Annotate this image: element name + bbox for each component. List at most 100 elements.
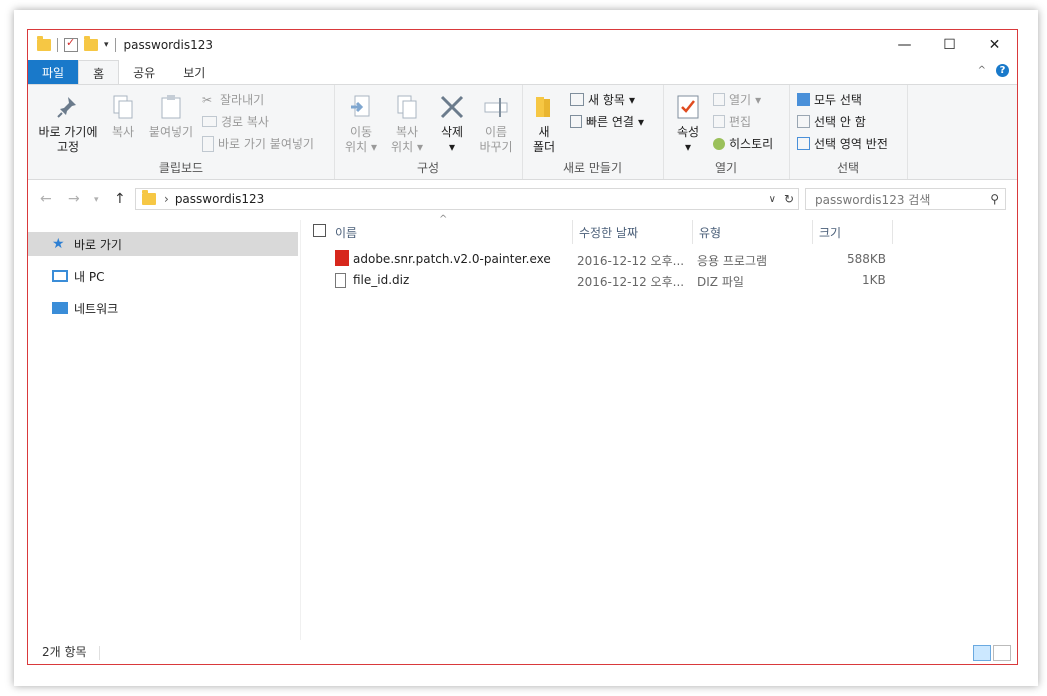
edit-icon [713,115,725,128]
pc-icon [52,270,68,282]
forward-arrow-icon[interactable]: → [68,191,80,207]
folder-icon [37,36,51,51]
nav-item-network[interactable]: 네트워크 [28,296,298,320]
large-icons-view-icon[interactable] [993,645,1011,661]
new-folder-button[interactable]: 새 폴더 [528,93,560,155]
navigation-pane: ★ 바로 가기 내 PC 네트워크 [28,220,301,640]
tab-file[interactable]: 파일 [28,60,79,84]
search-input[interactable]: passwordis123 검색 [815,191,930,208]
maximize-button[interactable]: ☐ [927,30,972,60]
copy-button[interactable]: 복사 [106,93,140,140]
select-all-icon [797,93,810,106]
divider [99,646,100,660]
refresh-icon[interactable]: ↻ [784,192,794,206]
new-item-button[interactable]: 새 항목 ▾ [570,91,635,108]
tab-share[interactable]: 공유 [119,60,169,84]
new-folder-icon[interactable] [84,36,98,51]
address-path[interactable]: passwordis123 [175,192,264,206]
new-folder-icon [530,93,558,121]
status-item-count: 2개 항목 [42,645,87,659]
address-bar[interactable]: › passwordis123 ∨ ↻ [135,188,799,210]
copy-path-button[interactable]: 경로 복사 [202,113,269,130]
nav-item-this-pc[interactable]: 내 PC [28,264,298,288]
back-arrow-icon[interactable]: ← [40,191,52,207]
file-size: 588KB [847,252,887,266]
network-icon [52,302,68,314]
column-size[interactable]: 크기 [813,220,893,244]
address-dropdown-icon[interactable]: ∨ [769,194,776,205]
group-clipboard: 바로 가기에 고정 복사 붙여넣기 ✂ 잘라내기 경로 복사 바로 가기 붙여넣… [28,85,335,179]
delete-icon [438,93,466,121]
column-type[interactable]: 유형 [693,220,813,244]
move-to-icon [347,93,375,121]
copy-label: 복사 [111,125,135,139]
pin-label-1: 바로 가기에 [38,125,98,139]
column-name[interactable]: 이름 [329,220,573,244]
group-new: 새 폴더 새 항목 ▾ 빠른 연결 ▾ 새로 만들기 [522,85,664,179]
rename-button[interactable]: 이름 바꾸기 [474,93,518,155]
properties-icon [674,93,702,121]
document-icon [335,273,346,288]
group-label-new: 새로 만들기 [562,161,622,175]
paste-shortcut-button[interactable]: 바로 가기 붙여넣기 [202,135,314,152]
pin-icon [54,93,82,121]
group-label-open: 열기 [714,161,738,175]
file-type: DIZ 파일 [697,275,744,289]
search-box[interactable]: passwordis123 검색 ⚲ [805,188,1006,210]
details-view-icon[interactable] [973,645,991,661]
paste-label: 붙여넣기 [148,125,194,139]
copy-to-button[interactable]: 복사 위치 ▾ [386,93,428,155]
customize-toolbar-icon[interactable]: ▾ [104,40,109,50]
navigation-row: ← → ▾ ↑ › passwordis123 ∨ ↻ passwordis12… [28,188,1017,212]
properties-button[interactable]: 속성 ▾ [671,93,705,155]
title-bar: ▾ passwordis123 — ☐ ✕ [28,30,1017,60]
copy-path-icon [202,116,217,127]
select-none-button[interactable]: 선택 안 함 [797,113,866,130]
history-button[interactable]: 히스토리 [713,135,773,152]
file-name: file_id.diz [353,273,410,287]
select-none-icon [797,115,810,128]
invert-selection-button[interactable]: 선택 영역 반전 [797,135,888,152]
nav-item-quick-access[interactable]: ★ 바로 가기 [28,232,298,256]
file-size: 1KB [862,273,886,287]
divider [57,38,58,52]
edit-button[interactable]: 편집 [713,113,751,130]
properties-icon[interactable] [64,36,78,52]
file-list: ^ 이름 수정한 날짜 유형 크기 adobe.snr.patch.v2.0-p… [301,214,1017,640]
paste-icon [157,93,185,121]
tab-view[interactable]: 보기 [169,60,219,84]
paste-button[interactable]: 붙여넣기 [146,93,196,140]
easy-access-icon [570,115,582,128]
group-label-organize: 구성 [416,161,440,175]
table-row[interactable]: file_id.diz 2016-12-12 오후... DIZ 파일 1KB [331,270,891,291]
easy-access-button[interactable]: 빠른 연결 ▾ [570,113,644,130]
paste-shortcut-icon [202,135,214,152]
select-all-button[interactable]: 모두 선택 [797,91,862,108]
select-all-checkbox[interactable] [313,224,326,237]
file-name: adobe.snr.patch.v2.0-painter.exe [353,252,551,266]
recent-locations-icon[interactable]: ▾ [94,195,99,205]
column-date-modified[interactable]: 수정한 날짜 [573,220,693,244]
adobe-exe-icon [335,250,349,266]
move-to-button[interactable]: 이동 위치 ▾ [340,93,382,155]
search-icon[interactable]: ⚲ [990,192,999,206]
table-row[interactable]: adobe.snr.patch.v2.0-painter.exe 2016-12… [331,249,891,270]
help-icon[interactable]: ? [996,64,1009,77]
close-button[interactable]: ✕ [972,30,1017,60]
group-label-select: 선택 [836,161,860,175]
collapse-ribbon-icon[interactable]: ^ [978,65,986,76]
ribbon: 바로 가기에 고정 복사 붙여넣기 ✂ 잘라내기 경로 복사 바로 가기 붙여넣… [28,84,1017,180]
up-arrow-icon[interactable]: ↑ [114,191,126,207]
star-icon: ★ [52,236,65,252]
open-button[interactable]: 열기 ▾ [713,91,761,108]
rename-icon [482,93,510,121]
group-select: 모두 선택 선택 안 함 선택 영역 반전 선택 [789,85,908,179]
invert-selection-icon [797,137,810,150]
minimize-button[interactable]: — [882,30,927,60]
delete-button[interactable]: 삭제 ▾ [434,93,470,155]
history-icon [713,137,725,150]
tab-home[interactable]: 홈 [78,60,120,85]
cut-button[interactable]: ✂ 잘라내기 [202,91,264,108]
breadcrumb-separator-icon: › [164,192,169,206]
pin-quick-access-button[interactable]: 바로 가기에 고정 [36,93,100,155]
